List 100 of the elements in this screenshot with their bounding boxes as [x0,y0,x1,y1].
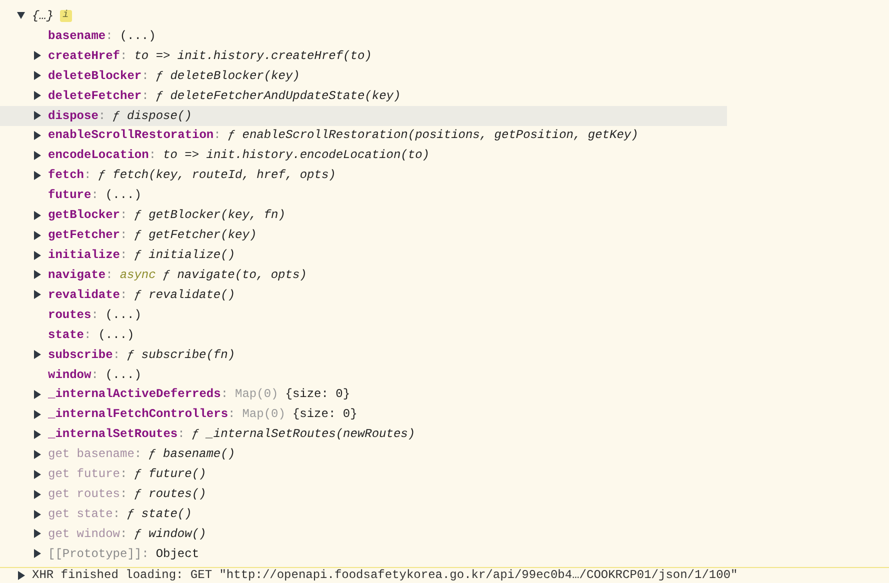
collapsed-triangle-icon[interactable] [33,91,41,100]
property-row[interactable]: [[Prototype]]: Object [0,544,727,564]
colon: : [106,266,113,284]
property-row[interactable]: revalidate: ƒ revalidate() [0,284,727,305]
property-value: ƒ initialize() [134,247,236,264]
property-value: (...) [105,366,142,384]
property-name: initialize [48,247,120,264]
property-row[interactable]: get state: ƒ state() [0,504,727,524]
property-name: subscribe [48,346,113,364]
property-value: ƒ basename() [148,446,236,464]
property-name: get window [48,526,120,543]
colon: : [148,147,156,164]
property-value: to => init.history.encodeLocation(to) [163,147,430,164]
property-row[interactable]: deleteFetcher: ƒ deleteFetcherAndUpdateState(key) [0,86,727,106]
property-name: navigate [48,266,106,284]
collapsed-triangle-icon[interactable] [33,111,41,120]
property-name: createHref [48,48,120,65]
property-row[interactable]: subscribe: ƒ subscribe(fn) [0,344,727,365]
colon: : [120,207,128,224]
collapsed-triangle-icon[interactable] [33,270,41,280]
collapsed-triangle-icon[interactable] [33,230,41,240]
colon: : [84,326,92,344]
collapsed-triangle-icon[interactable] [33,350,41,360]
property-value: (...) [98,326,134,344]
collapsed-triangle-icon[interactable] [33,210,41,220]
collapsed-triangle-icon[interactable] [33,290,41,300]
expanded-triangle-icon[interactable] [17,11,25,20]
property-value: ƒ getBlocker(key, fn) [134,207,286,224]
colon: : [120,247,128,264]
property-name: deleteFetcher [48,88,142,105]
colon: : [120,526,128,543]
colon: : [178,426,185,444]
property-row[interactable]: get routes: ƒ routes() [0,484,727,504]
property-name: [[Prototype]] [48,546,142,563]
colon: : [142,546,149,563]
colon: : [84,167,92,184]
property-value: ƒ enableScrollRestoration(positions, getPosition, getKey) [228,127,638,144]
property-value: (...) [120,28,156,45]
property-row[interactable]: get basename: ƒ basename() [0,444,727,464]
object-preview[interactable]: {…} [32,6,54,25]
property-name: _internalActiveDeferreds [48,386,221,404]
property-row[interactable]: createHref: to => init.history.createHref(to) [0,46,727,66]
property-row[interactable]: fetch: ƒ fetch(key, routeId, href, opts) [0,165,727,186]
property-value: Map(0) {size: 0} [242,406,358,424]
property-value: ƒ future() [134,466,206,484]
property-name: _internalSetRoutes [48,426,178,444]
collapsed-triangle-icon[interactable] [33,250,41,260]
collapsed-triangle-icon[interactable] [33,470,41,479]
property-row[interactable]: getFetcher: ƒ getFetcher(key) [0,225,727,246]
collapsed-triangle-icon[interactable] [17,570,25,580]
property-row[interactable]: initialize: ƒ initialize() [0,245,727,265]
property-name: deleteBlocker [48,68,142,85]
property-value: ƒ deleteFetcherAndUpdateState(key) [156,88,401,105]
property-value: ƒ dispose() [112,108,192,125]
collapsed-triangle-icon[interactable] [33,410,41,419]
colon: : [106,28,113,45]
property-row[interactable]: _internalFetchControllers: Map(0) {size: 0} [0,404,727,424]
property-value: ƒ revalidate() [134,286,236,304]
property-value: Object [156,546,200,563]
property-name: dispose [48,108,98,125]
collapsed-triangle-icon[interactable] [33,490,41,499]
property-row[interactable]: getBlocker: ƒ getBlocker(key, fn) [0,205,727,226]
property-value: Map(0) {size: 0} [235,386,350,404]
property-row[interactable]: navigate: async ƒ navigate(to, opts) [0,264,727,285]
property-row[interactable]: dispose: ƒ dispose() [0,106,727,126]
property-row[interactable]: enableScrollRestoration: ƒ enableScrollRestoration(positions, getPosition, getKey) [0,126,727,146]
collapsed-triangle-icon[interactable] [33,529,41,538]
colon: : [112,506,120,523]
property-row[interactable]: deleteBlocker: ƒ deleteBlocker(key) [0,66,727,86]
property-row[interactable]: _internalSetRoutes: ƒ _internalSetRoutes(newRoutes) [0,424,727,444]
colon: : [120,227,128,244]
collapsed-triangle-icon[interactable] [33,150,41,160]
info-badge: i [60,10,72,22]
collapsed-triangle-icon[interactable] [33,450,41,459]
property-row[interactable]: get window: ƒ window() [0,524,727,544]
collapsed-triangle-icon[interactable] [33,51,41,60]
collapsed-triangle-icon[interactable] [33,510,41,518]
property-row[interactable]: routes: (...) [0,304,727,325]
property-value: to => init.history.createHref(to) [134,48,372,65]
collapsed-triangle-icon[interactable] [33,170,41,180]
property-row[interactable]: _internalActiveDeferreds: Map(0) {size: 0} [0,384,727,404]
colon: : [220,386,228,404]
colon: : [91,366,98,384]
property-value: ƒ window() [134,526,206,543]
collapsed-triangle-icon[interactable] [33,390,41,399]
property-row[interactable]: future: (...) [0,185,727,206]
property-name: get future [48,466,120,484]
collapsed-triangle-icon[interactable] [33,130,41,140]
collapsed-triangle-icon[interactable] [33,430,41,439]
collapsed-triangle-icon[interactable] [33,549,41,558]
property-row[interactable]: encodeLocation: to => init.history.encodeLocation(to) [0,145,727,166]
property-row[interactable]: state: (...) [0,324,727,345]
property-row[interactable]: basename: (...) [0,26,727,46]
colon: : [120,466,128,484]
property-row[interactable]: window: (...) [0,364,727,385]
colon: : [91,187,98,204]
property-value: ƒ state() [127,506,192,523]
colon: : [142,68,149,85]
collapsed-triangle-icon[interactable] [33,71,41,80]
property-row[interactable]: get future: ƒ future() [0,464,727,484]
